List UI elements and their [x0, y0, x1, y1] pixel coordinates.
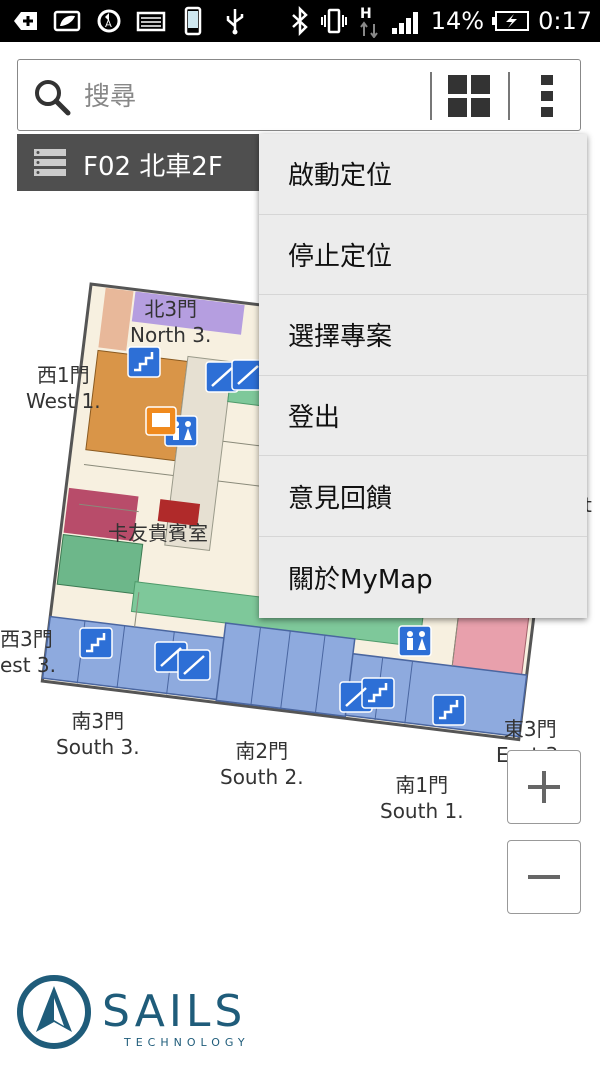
- system-icons: H 14% 0:17: [289, 4, 592, 38]
- grid-view-icon[interactable]: [446, 73, 492, 119]
- vibrate-icon: [320, 8, 347, 34]
- stairs-icon: [361, 677, 395, 709]
- battery-percent: 14%: [430, 7, 485, 35]
- stairs-icon: [432, 694, 466, 726]
- search-input[interactable]: [82, 78, 426, 116]
- menu-item-stop-locating[interactable]: 停止定位: [259, 215, 587, 296]
- add-box-icon: [14, 12, 37, 30]
- search-icon[interactable]: [32, 77, 72, 117]
- plus-icon: [528, 771, 560, 803]
- restroom-icon: [398, 625, 432, 657]
- menu-item-start-locating[interactable]: 啟動定位: [259, 134, 587, 215]
- floor-list-icon: [34, 149, 66, 176]
- logo-tagline: TECHNOLOGY: [123, 1036, 250, 1049]
- separator: [430, 72, 432, 120]
- overflow-menu: 啟動定位 停止定位 選擇專案 登出 意見回饋 關於MyMap: [259, 134, 587, 618]
- data-h-icon: H: [360, 6, 378, 38]
- floor-selector[interactable]: F02 北車2F: [17, 134, 261, 191]
- stairs-icon: [79, 627, 113, 659]
- zoom-out-button[interactable]: [507, 840, 581, 914]
- menu-item-feedback[interactable]: 意見回饋: [259, 456, 587, 537]
- sync-icon: A: [97, 9, 121, 33]
- search-bar: [17, 59, 581, 131]
- sails-logo: SAILS TECHNOLOGY: [14, 968, 274, 1058]
- logo-name: SAILS: [102, 986, 246, 1037]
- minus-icon: [528, 875, 560, 879]
- signal-icon: [391, 12, 418, 34]
- stairs-icon: [127, 346, 161, 378]
- sails-logo-graphic: SAILS TECHNOLOGY: [17, 975, 250, 1049]
- leaf-card-icon: [53, 10, 81, 32]
- notification-icons: A: [10, 6, 250, 36]
- gate-west3-label: 西3門 est 3.: [0, 627, 57, 677]
- gate-west1-label: 西1門 West 1.: [26, 363, 101, 413]
- phone-icon: [184, 6, 202, 36]
- menu-item-about[interactable]: 關於MyMap: [259, 537, 587, 618]
- gate-south2-label: 南2門 South 2.: [220, 739, 304, 789]
- gate-south1-label: 南1門 South 1.: [380, 773, 464, 823]
- bluetooth-icon: [291, 6, 308, 36]
- status-bar: A H 14% 0:17: [0, 0, 600, 42]
- floor-label: F02 北車2F: [83, 152, 223, 182]
- vip-room-label: 卡友貴賓室: [108, 521, 208, 545]
- svg-text:H: H: [360, 6, 372, 22]
- more-options-icon[interactable]: [540, 73, 554, 119]
- menu-item-logout[interactable]: 登出: [259, 376, 587, 457]
- gate-north3-label: 北3門 North 3.: [130, 297, 212, 347]
- usb-icon: [226, 9, 244, 35]
- menu-item-select-project[interactable]: 選擇專案: [259, 295, 587, 376]
- clock: 0:17: [538, 7, 592, 35]
- gate-south3-label: 南3門 South 3.: [56, 709, 140, 759]
- image-icon: [136, 11, 166, 32]
- battery-charging-icon: [492, 11, 530, 31]
- separator: [508, 72, 510, 120]
- svg-text:A: A: [105, 19, 112, 30]
- zoom-in-button[interactable]: [507, 750, 581, 824]
